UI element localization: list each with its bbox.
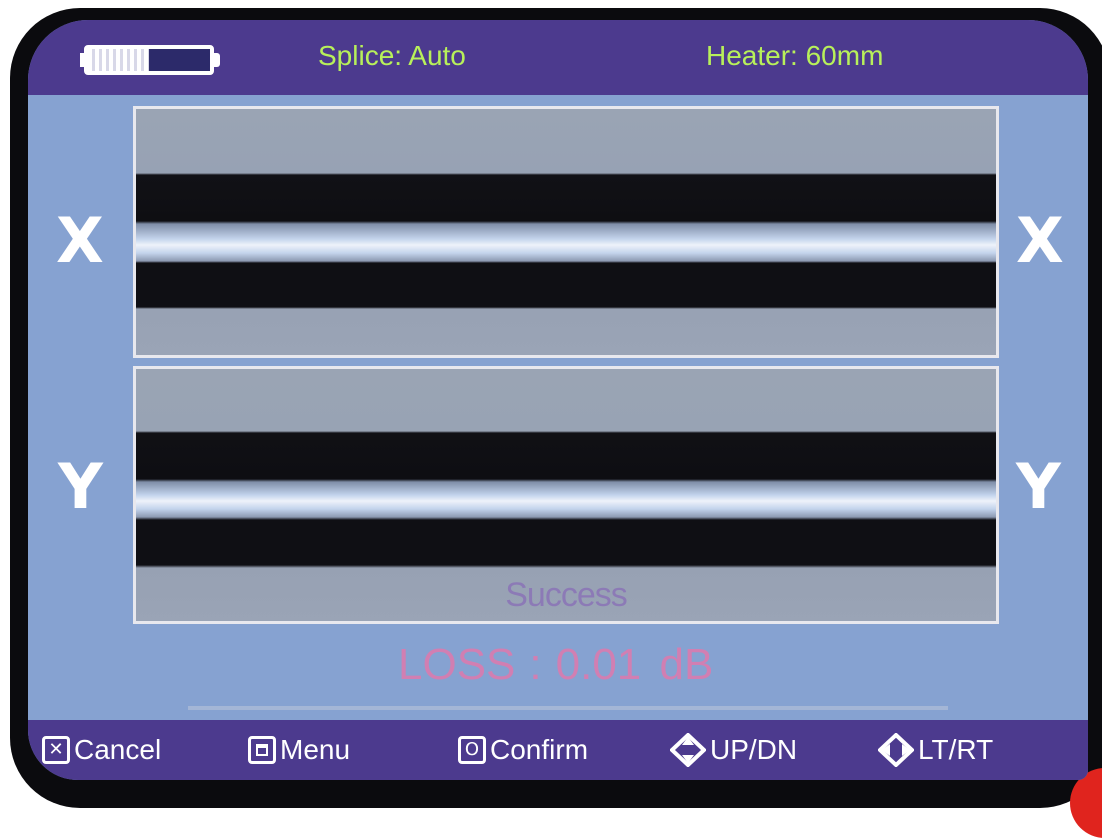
loss-separator: : [529, 640, 542, 689]
up-down-softkey-label: UP/DN [710, 734, 798, 765]
splice-mode-status: Splice: Auto [318, 40, 466, 71]
fusion-splicer-device: Splice: Auto Heater: 60mm X X Y Y Succes… [0, 0, 1102, 838]
confirm-softkey-label: Confirm [490, 734, 589, 765]
y-axis-label-right: Y [1016, 450, 1061, 523]
lcd-screen: Splice: Auto Heater: 60mm X X Y Y Succes… [28, 20, 1088, 780]
up-down-arrows-icon [670, 733, 706, 767]
cancel-key-icon: ✕ [42, 736, 70, 764]
left-right-softkey[interactable]: LT/RT [878, 732, 993, 768]
divider [188, 706, 948, 710]
x-axis-label-left: X [56, 204, 104, 277]
y-axis-label-left: Y [58, 450, 103, 523]
splice-result-status: Success [505, 576, 628, 614]
cancel-softkey[interactable]: ✕ Cancel [42, 732, 161, 768]
left-right-softkey-label: LT/RT [918, 734, 994, 765]
left-right-arrows-icon [878, 733, 914, 767]
splice-loss-readout: LOSS:0.01 dB [398, 640, 713, 690]
loss-label: LOSS [398, 640, 516, 689]
cancel-softkey-label: Cancel [74, 734, 162, 765]
status-bar: Splice: Auto Heater: 60mm [28, 20, 1088, 95]
softkey-bar: ✕ Cancel Menu O Confirm UP/DN LT/RT [28, 720, 1088, 780]
up-down-softkey[interactable]: UP/DN [670, 732, 797, 768]
confirm-key-icon: O [458, 736, 486, 764]
battery-icon [80, 45, 220, 75]
x-fiber-view [133, 106, 999, 358]
y-fiber-view: Success [133, 366, 999, 624]
loss-value: 0.01 [555, 640, 642, 689]
battery-terminal-right [212, 53, 220, 67]
loss-unit: dB [659, 640, 714, 689]
menu-softkey[interactable]: Menu [248, 732, 350, 768]
confirm-softkey[interactable]: O Confirm [458, 732, 588, 768]
menu-key-icon [248, 736, 276, 764]
battery-level-fill [88, 49, 149, 71]
heater-status: Heater: 60mm [706, 40, 884, 71]
x-axis-label-right: X [1016, 204, 1064, 277]
menu-softkey-label: Menu [280, 734, 351, 765]
